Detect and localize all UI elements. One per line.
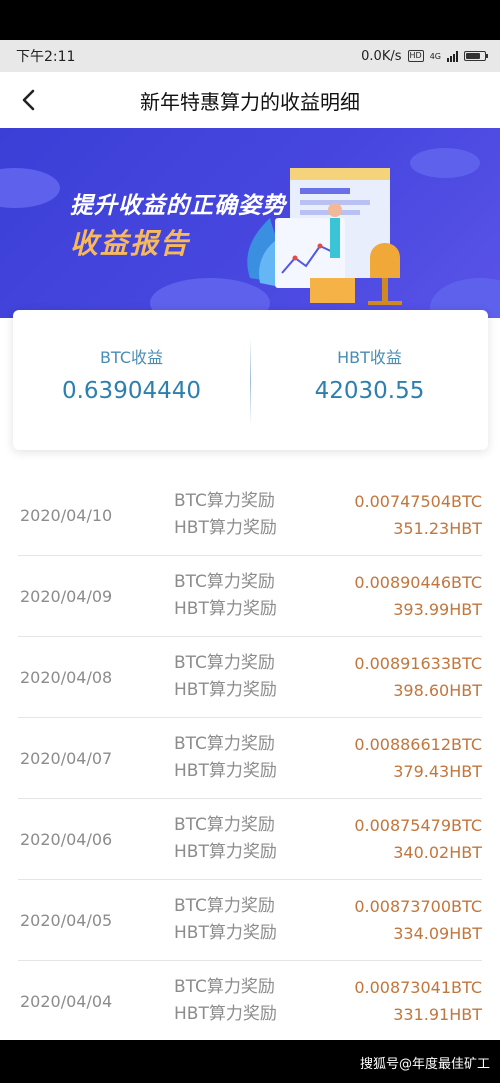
- back-button[interactable]: [14, 86, 42, 114]
- record-labels: BTC算力奖励 HBT算力奖励: [174, 893, 277, 947]
- battery-icon: [464, 51, 488, 61]
- hbt-earnings-label: HBT收益: [337, 348, 402, 367]
- promo-banner: 提升收益的正确姿势 收益报告: [0, 128, 500, 318]
- btc-reward-amount: 0.00886612BTC: [354, 735, 482, 754]
- status-bar: 下午2:11 0.0K/s HD 4G: [0, 40, 500, 72]
- btc-reward-label: BTC算力奖励: [174, 491, 275, 511]
- record-amounts: 0.00886612BTC 379.43HBT: [354, 731, 482, 785]
- hbt-reward-label: HBT算力奖励: [174, 518, 277, 538]
- earnings-summary-card: BTC收益 0.63904440 HBT收益 42030.55: [13, 310, 488, 450]
- hbt-reward-amount: 334.09HBT: [393, 924, 482, 943]
- list-item: 2020/04/07 BTC算力奖励 HBT算力奖励 0.00886612BTC…: [18, 718, 482, 799]
- btc-reward-amount: 0.00873700BTC: [354, 897, 482, 916]
- btc-earnings-value: 0.63904440: [61, 378, 201, 404]
- network-type-badge: 4G: [429, 51, 441, 61]
- record-amounts: 0.00891633BTC 398.60HBT: [354, 650, 482, 704]
- top-black-bar: [0, 0, 500, 40]
- earnings-record-list: 2020/04/10 BTC算力奖励 HBT算力奖励 0.00747504BTC…: [0, 475, 500, 1040]
- btc-reward-amount: 0.00747504BTC: [354, 492, 482, 511]
- list-item: 2020/04/04 BTC算力奖励 HBT算力奖励 0.00873041BTC…: [18, 961, 482, 1040]
- hbt-summary: HBT收益 42030.55: [251, 310, 488, 450]
- btc-reward-label: BTC算力奖励: [174, 572, 275, 592]
- record-labels: BTC算力奖励 HBT算力奖励: [174, 974, 277, 1028]
- btc-reward-label: BTC算力奖励: [174, 977, 275, 997]
- list-item: 2020/04/05 BTC算力奖励 HBT算力奖励 0.00873700BTC…: [18, 880, 482, 961]
- page-title: 新年特惠算力的收益明细: [140, 89, 360, 114]
- hbt-reward-label: HBT算力奖励: [174, 923, 277, 943]
- hbt-earnings-value: 42030.55: [314, 378, 425, 404]
- list-item: 2020/04/06 BTC算力奖励 HBT算力奖励 0.00875479BTC…: [18, 799, 482, 880]
- chevron-left-icon: [22, 89, 35, 111]
- btc-reward-label: BTC算力奖励: [174, 896, 275, 916]
- btc-reward-amount: 0.00890446BTC: [354, 573, 482, 592]
- record-labels: BTC算力奖励 HBT算力奖励: [174, 569, 277, 623]
- hbt-reward-label: HBT算力奖励: [174, 842, 277, 862]
- record-labels: BTC算力奖励 HBT算力奖励: [174, 488, 277, 542]
- hbt-reward-label: HBT算力奖励: [174, 680, 277, 700]
- record-date: 2020/04/06: [20, 829, 113, 849]
- bottom-black-bar: 搜狐号@年度最佳矿工: [0, 1040, 500, 1083]
- hbt-reward-amount: 331.91HBT: [393, 1005, 482, 1024]
- hbt-reward-label: HBT算力奖励: [174, 599, 277, 619]
- status-indicators: 0.0K/s HD 4G: [361, 48, 488, 64]
- list-item: 2020/04/09 BTC算力奖励 HBT算力奖励 0.00890446BTC…: [18, 556, 482, 637]
- hbt-reward-amount: 398.60HBT: [393, 681, 482, 700]
- btc-reward-label: BTC算力奖励: [174, 815, 275, 835]
- watermark-text: 搜狐号@年度最佳矿工: [359, 1057, 490, 1072]
- signal-icon: [447, 50, 458, 62]
- record-date: 2020/04/07: [20, 748, 113, 768]
- hd-badge: HD: [407, 50, 424, 62]
- btc-summary: BTC收益 0.63904440: [13, 310, 250, 450]
- record-labels: BTC算力奖励 HBT算力奖励: [174, 812, 277, 866]
- banner-subheadline: 收益报告: [70, 227, 191, 260]
- record-date: 2020/04/09: [20, 586, 113, 606]
- record-labels: BTC算力奖励 HBT算力奖励: [174, 731, 277, 785]
- record-amounts: 0.00747504BTC 351.23HBT: [354, 488, 482, 542]
- hbt-reward-amount: 393.99HBT: [393, 600, 482, 619]
- record-date: 2020/04/05: [20, 910, 113, 930]
- record-amounts: 0.00873700BTC 334.09HBT: [354, 893, 482, 947]
- nav-bar: 新年特惠算力的收益明细: [0, 72, 500, 128]
- report-illustration: [247, 168, 402, 305]
- btc-reward-label: BTC算力奖励: [174, 653, 275, 673]
- record-amounts: 0.00890446BTC 393.99HBT: [354, 569, 482, 623]
- record-date: 2020/04/04: [20, 991, 113, 1011]
- network-speed: 0.0K/s: [361, 48, 402, 64]
- list-item: 2020/04/08 BTC算力奖励 HBT算力奖励 0.00891633BTC…: [18, 637, 482, 718]
- hbt-reward-amount: 340.02HBT: [393, 843, 482, 862]
- status-time: 下午2:11: [16, 49, 76, 65]
- record-date: 2020/04/08: [20, 667, 113, 687]
- btc-reward-label: BTC算力奖励: [174, 734, 275, 754]
- hbt-reward-amount: 379.43HBT: [393, 762, 482, 781]
- btc-reward-amount: 0.00891633BTC: [354, 654, 482, 673]
- btc-reward-amount: 0.00875479BTC: [354, 816, 482, 835]
- app-screen: 下午2:11 0.0K/s HD 4G 新年特惠算力的收益明细 提升收益的正确姿…: [0, 40, 500, 1040]
- record-amounts: 0.00873041BTC 331.91HBT: [354, 974, 482, 1028]
- hbt-reward-amount: 351.23HBT: [393, 519, 482, 538]
- record-amounts: 0.00875479BTC 340.02HBT: [354, 812, 482, 866]
- list-item: 2020/04/10 BTC算力奖励 HBT算力奖励 0.00747504BTC…: [18, 475, 482, 556]
- record-labels: BTC算力奖励 HBT算力奖励: [174, 650, 277, 704]
- btc-reward-amount: 0.00873041BTC: [354, 978, 482, 997]
- record-date: 2020/04/10: [20, 505, 113, 525]
- btc-earnings-label: BTC收益: [100, 348, 163, 367]
- hbt-reward-label: HBT算力奖励: [174, 761, 277, 781]
- hbt-reward-label: HBT算力奖励: [174, 1004, 277, 1024]
